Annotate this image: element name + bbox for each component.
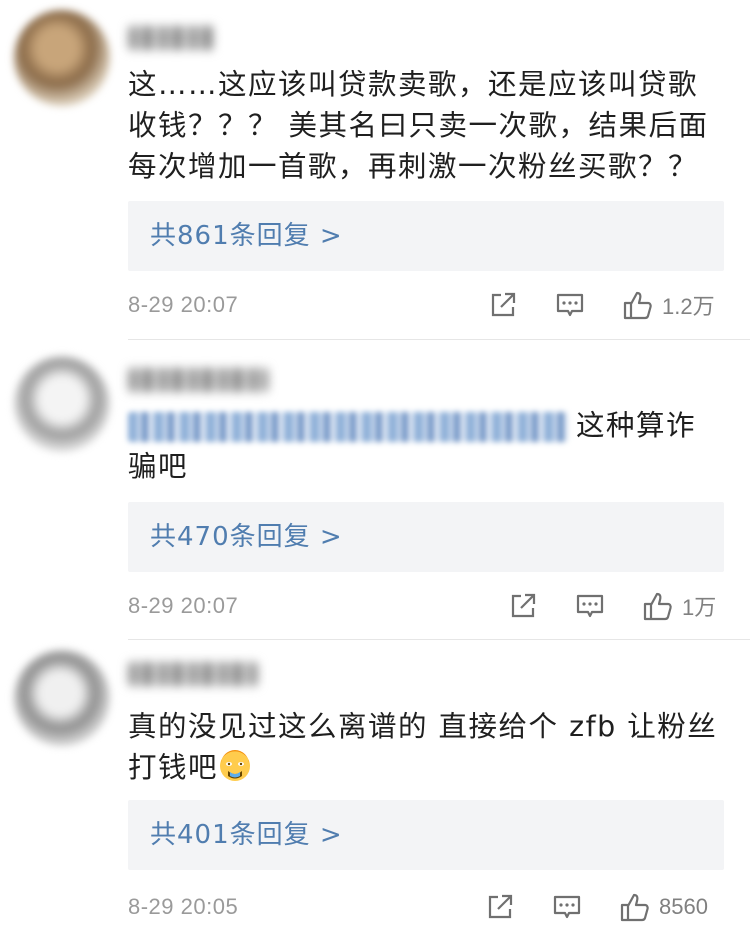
comment-text-line: 这种算诈: [128, 405, 728, 446]
comment-icon: [556, 293, 584, 317]
like-button[interactable]: 1.2万: [622, 289, 715, 321]
comment-text: 这……这应该叫贷款卖歌，还是应该叫贷歌 收钱？？？ 美其名曰只卖一次歌，结果后面…: [128, 64, 728, 187]
comment-item-2: 这种算诈 骗吧 共470条回复 > 8-29 20:07 1万: [0, 340, 750, 640]
comment-text-fragment: 这种算诈: [576, 409, 697, 442]
share-icon: [488, 894, 513, 919]
hot-face-emoji-icon: [220, 750, 251, 781]
thumbs-up-icon: [623, 291, 652, 320]
like-button[interactable]: 1万: [642, 590, 716, 622]
like-button[interactable]: 8560: [619, 891, 708, 923]
like-count: 1万: [682, 595, 717, 620]
replies-button[interactable]: 共861条回复 >: [128, 201, 724, 271]
comment-text: 真的没见过这么离谱的 直接给个 zfb 让粉丝 打钱吧: [128, 706, 728, 788]
comment-text-line: 打钱吧: [128, 747, 728, 788]
thumbs-up-icon: [620, 893, 649, 922]
comment-text-line: 每次增加一首歌，再刺激一次粉丝买歌？？: [128, 150, 699, 183]
comment-meta: 8-29 20:07 1万: [128, 588, 724, 624]
share-button[interactable]: [488, 289, 518, 321]
timestamp: 8-29 20:07: [128, 292, 239, 317]
comment-meta: 8-29 20:05 8560: [128, 889, 724, 925]
share-button[interactable]: [485, 891, 515, 923]
username-blurred[interactable]: [128, 26, 214, 50]
thumbs-up-icon: [643, 592, 672, 621]
comment-button[interactable]: [575, 590, 605, 622]
like-count: 8560: [659, 894, 708, 919]
username-blurred[interactable]: [128, 662, 258, 686]
avatar[interactable]: [14, 10, 110, 106]
comment-item-1: 这……这应该叫贷款卖歌，还是应该叫贷歌 收钱？？？ 美其名曰只卖一次歌，结果后面…: [0, 0, 750, 340]
share-icon: [491, 292, 516, 317]
comment-meta: 8-29 20:07 1.2万: [128, 287, 724, 323]
comment-text-fragment: 打钱吧: [128, 751, 219, 784]
comment-item-3: 真的没见过这么离谱的 直接给个 zfb 让粉丝 打钱吧 共401条回复 > 8-…: [0, 640, 750, 937]
comment-text-line: 真的没见过这么离谱的 直接给个 zfb 让粉丝: [128, 710, 718, 743]
replies-button[interactable]: 共470条回复 >: [128, 502, 724, 572]
replies-count-label: 共470条回复 >: [150, 522, 343, 552]
share-button[interactable]: [508, 590, 538, 622]
comment-text: 这种算诈 骗吧: [128, 405, 728, 487]
comment-text-line: 这……这应该叫贷款卖歌，还是应该叫贷歌: [128, 68, 699, 101]
like-count: 1.2万: [662, 294, 715, 319]
comment-text-line: 收钱？？？ 美其名曰只卖一次歌，结果后面: [128, 109, 709, 142]
avatar[interactable]: [14, 650, 110, 746]
replies-count-label: 共401条回复 >: [150, 820, 343, 850]
share-icon: [511, 593, 536, 618]
comment-text-line: 骗吧: [128, 450, 189, 483]
comment-button[interactable]: [552, 891, 582, 923]
comment-icon: [553, 895, 581, 919]
timestamp: 8-29 20:05: [128, 894, 239, 919]
replies-count-label: 共861条回复 >: [150, 221, 343, 251]
timestamp: 8-29 20:07: [128, 593, 239, 618]
comment-icon: [576, 594, 604, 618]
comment-button[interactable]: [555, 289, 585, 321]
username-blurred[interactable]: [128, 368, 268, 392]
replies-button[interactable]: 共401条回复 >: [128, 800, 724, 870]
mention-blurred[interactable]: [128, 412, 568, 442]
avatar[interactable]: [14, 356, 110, 452]
